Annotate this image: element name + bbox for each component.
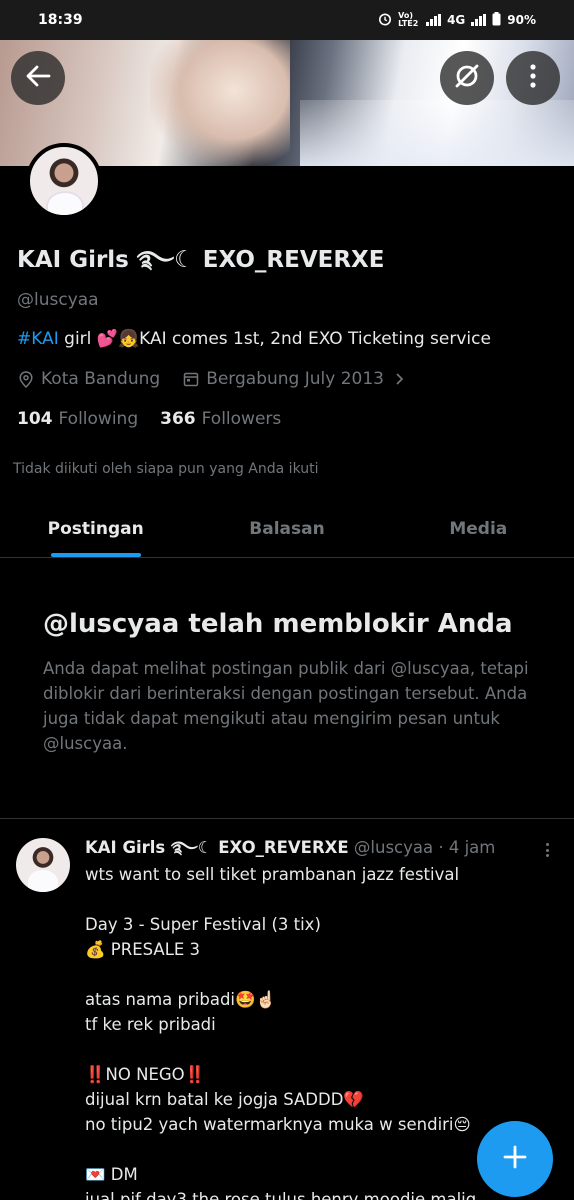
post-line: 💰 PRESALE 3 xyxy=(85,940,201,959)
display-name: KAI Girls ࿐☾ EXO_REVERXE xyxy=(17,247,385,273)
following-count[interactable]: 104 xyxy=(17,409,53,429)
post-line: 💌 DM xyxy=(85,1165,138,1184)
status-icons: Vo) LTE2 4G 90% xyxy=(378,11,536,29)
post-line: tf ke rek pribadi xyxy=(85,1015,216,1034)
followers-link[interactable]: Followers xyxy=(202,409,282,429)
profile-bio: #KAI girl 💕👧KAI comes 1st, 2nd EXO Ticke… xyxy=(17,324,562,354)
post-line xyxy=(85,887,535,912)
volte-label: Vo) LTE2 xyxy=(398,11,419,28)
status-time: 18:39 xyxy=(38,12,83,28)
profile-tabs: Postingan Balasan Media xyxy=(0,500,574,558)
tab-postingan[interactable]: Postingan xyxy=(0,500,191,557)
back-button[interactable] xyxy=(11,51,65,105)
post-line xyxy=(85,1137,535,1162)
post-separator: · xyxy=(438,838,444,857)
arrow-left-icon xyxy=(25,65,51,91)
status-bar: 18:39 Vo) LTE2 4G 90% xyxy=(0,0,574,40)
bio-text: girl 💕👧KAI comes 1st, 2nd EXO Ticketing … xyxy=(58,329,491,349)
banner-photo-shirt xyxy=(300,100,574,166)
profile-location: Kota Bandung xyxy=(41,369,161,389)
profile-avatar[interactable] xyxy=(26,143,102,219)
post-text: wts want to sell tiket prambanan jazz fe… xyxy=(85,862,535,1200)
not-followed-note: Tidak diikuti oleh siapa pun yang Anda i… xyxy=(13,461,319,477)
following-link[interactable]: Following xyxy=(59,409,139,429)
follow-counts: 104 Following 366 Followers xyxy=(17,404,562,434)
blocked-title: @luscyaa telah memblokir Anda xyxy=(43,609,513,639)
grok-icon xyxy=(453,62,481,94)
post-line: ‼️NO NEGO‼️ xyxy=(85,1065,206,1084)
post-line: jual pjf day3 the rose tulus henry moodi… xyxy=(85,1190,477,1200)
battery-percent: 90% xyxy=(507,13,536,27)
bio-hashtag-link[interactable]: #KAI xyxy=(17,329,59,349)
divider xyxy=(0,818,574,819)
profile-banner[interactable] xyxy=(0,40,574,166)
post-author-name[interactable]: KAI Girls ࿐☾ EXO_REVERXE xyxy=(85,838,349,857)
post-avatar[interactable] xyxy=(16,838,70,892)
blocked-notice: @luscyaa telah memblokir Anda Anda dapat… xyxy=(43,606,543,756)
post-header: KAI Girls ࿐☾ EXO_REVERXE @luscyaa · 4 ja… xyxy=(85,836,535,860)
post-more-icon[interactable] xyxy=(538,840,556,860)
banner-photo-face xyxy=(150,40,290,166)
post-line: no tipu2 yach watermarknya muka w sendir… xyxy=(85,1115,471,1134)
post-line: Day 3 - Super Festival (3 tix) xyxy=(85,915,321,934)
compose-button[interactable] xyxy=(477,1121,553,1197)
plus-icon xyxy=(502,1144,528,1174)
more-vertical-icon xyxy=(530,64,536,92)
post-line: dijual krn batal ke jogja SADDD💔 xyxy=(85,1090,364,1109)
battery-icon xyxy=(492,11,501,29)
location-icon xyxy=(17,370,35,388)
profile-handle: @luscyaa xyxy=(17,290,99,310)
calendar-icon xyxy=(182,370,200,388)
signal-icon xyxy=(426,14,442,26)
chevron-right-icon[interactable] xyxy=(394,372,404,386)
alarm-icon xyxy=(378,12,392,29)
post-time[interactable]: 4 jam xyxy=(449,838,496,857)
blocked-description: Anda dapat melihat postingan publik dari… xyxy=(43,659,529,753)
profile-meta: Kota Bandung Bergabung July 2013 xyxy=(17,364,562,394)
tab-media[interactable]: Media xyxy=(383,500,574,557)
grok-button[interactable] xyxy=(440,51,494,105)
post-author-handle[interactable]: @luscyaa xyxy=(354,838,433,857)
followers-count[interactable]: 366 xyxy=(160,409,196,429)
post-line xyxy=(85,962,535,987)
profile-info: KAI Girls ࿐☾ EXO_REVERXE @luscyaa #KAI g… xyxy=(17,240,562,434)
post-line xyxy=(85,1037,535,1062)
post-line: atas nama pribadi🤩☝🏻 xyxy=(85,990,277,1009)
network-label: 4G xyxy=(447,13,466,27)
profile-joined: Bergabung July 2013 xyxy=(206,369,384,389)
more-options-button[interactable] xyxy=(506,51,560,105)
signal-icon-2 xyxy=(471,14,487,26)
tab-balasan[interactable]: Balasan xyxy=(191,500,382,557)
post[interactable]: KAI Girls ࿐☾ EXO_REVERXE @luscyaa · 4 ja… xyxy=(85,836,535,1200)
post-line: wts want to sell tiket prambanan jazz fe… xyxy=(85,865,460,884)
